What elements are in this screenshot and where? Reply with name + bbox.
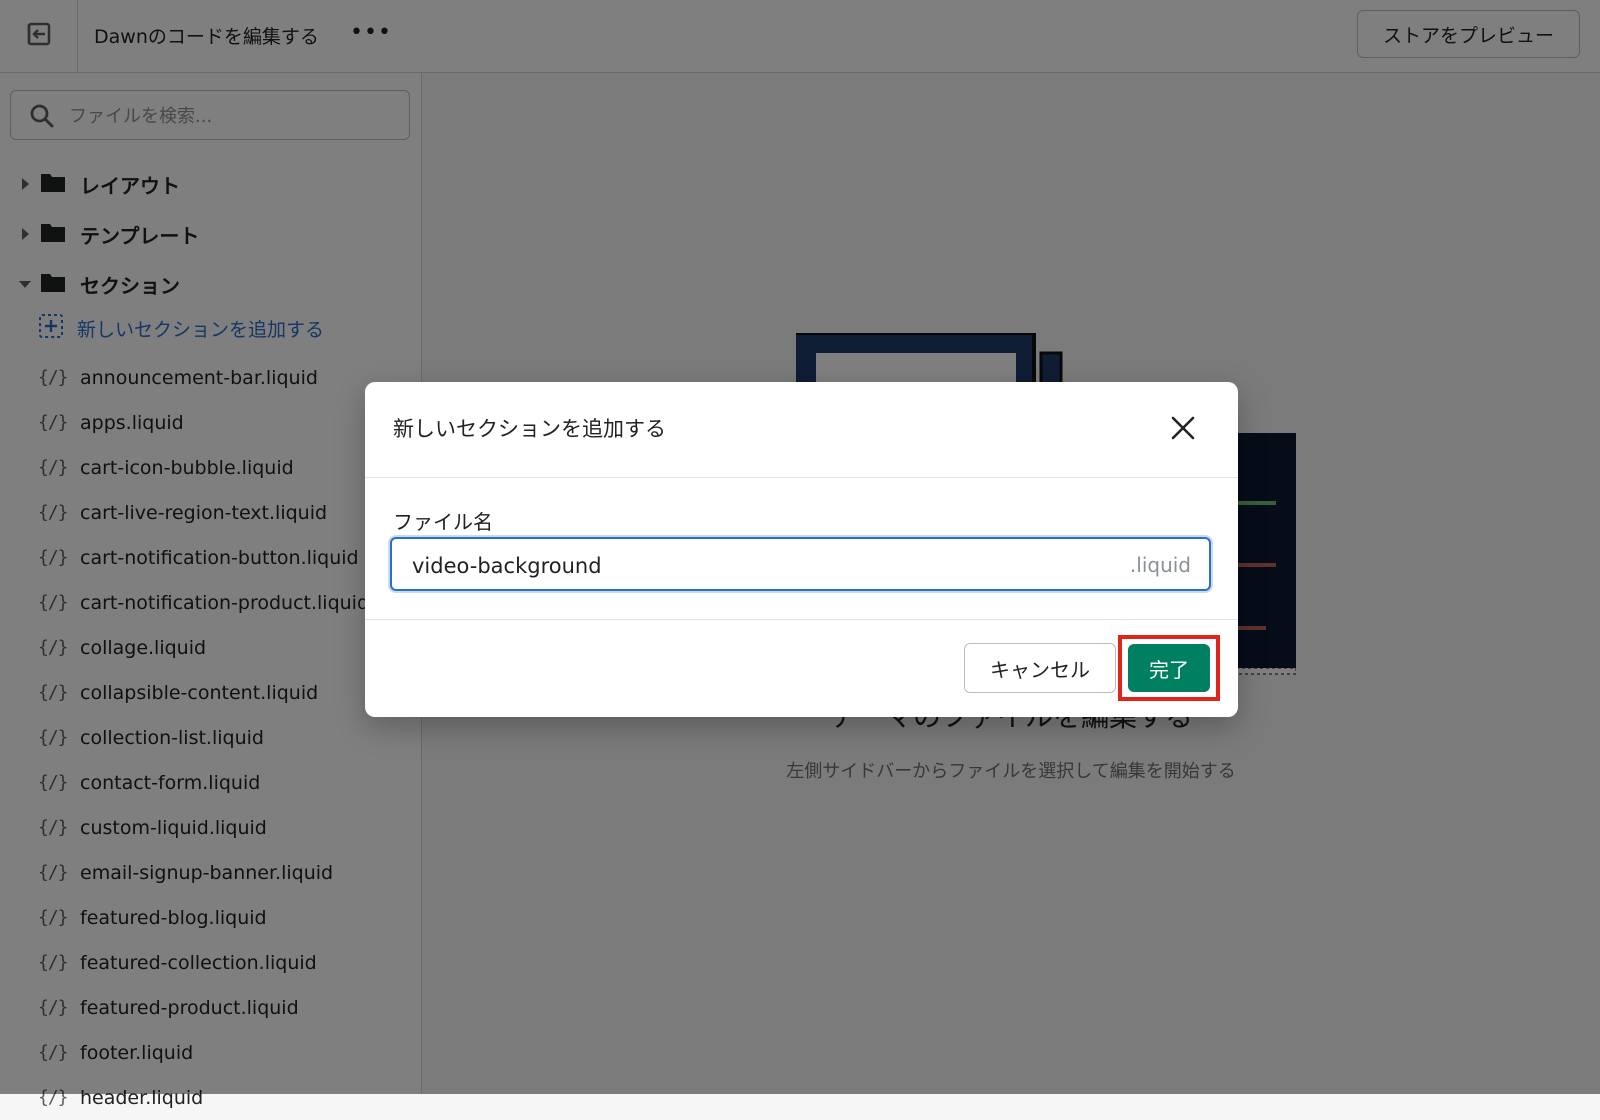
dialog-title: 新しいセクションを追加する	[393, 417, 666, 441]
close-button[interactable]	[1165, 412, 1201, 448]
filename-field[interactable]: .liquid	[390, 537, 1211, 591]
filename-suffix: .liquid	[1129, 553, 1191, 577]
dialog-header: 新しいセクションを追加する	[365, 382, 1238, 478]
add-section-dialog: 新しいセクションを追加する ファイル名 .liquid キャンセル 完了	[365, 382, 1238, 717]
cancel-button[interactable]: キャンセル	[964, 643, 1116, 693]
filename-label: ファイル名	[393, 510, 493, 534]
dialog-divider	[365, 619, 1238, 620]
done-button[interactable]: 完了	[1128, 644, 1210, 692]
filename-input[interactable]	[410, 552, 1054, 580]
close-icon	[1170, 415, 1196, 445]
highlight-box: 完了	[1118, 635, 1220, 701]
